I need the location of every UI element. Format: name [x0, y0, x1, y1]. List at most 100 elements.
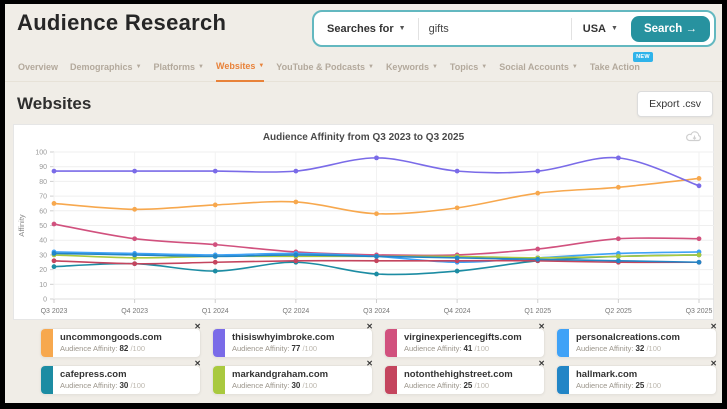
- nav-item-label: Take Action: [590, 62, 640, 72]
- close-icon[interactable]: ✕: [538, 322, 545, 331]
- export-csv-button[interactable]: Export .csv: [637, 91, 713, 117]
- nav-item-social-accounts[interactable]: Social Accounts▼: [499, 62, 578, 81]
- nav-item-label: Topics: [450, 62, 478, 72]
- chevron-down-icon: ▼: [258, 63, 264, 69]
- svg-text:10: 10: [39, 282, 47, 289]
- nav-item-label: YouTube & Podcasts: [276, 62, 365, 72]
- country-label: USA: [583, 23, 606, 35]
- legend-card: cafepress.comAudience Affinity: 30 /100✕: [40, 365, 201, 395]
- svg-text:80: 80: [39, 179, 47, 186]
- nav-item-topics[interactable]: Topics▼: [450, 62, 487, 81]
- app-content: Audience Research Searches for ▼ USA ▼ S…: [5, 4, 722, 403]
- chevron-down-icon: ▼: [399, 25, 406, 32]
- series-color-bar: [557, 366, 569, 394]
- chevron-down-icon: ▼: [198, 64, 204, 70]
- series-color-bar: [385, 329, 397, 357]
- nav-item-keywords[interactable]: Keywords▼: [386, 62, 438, 81]
- svg-text:100: 100: [35, 150, 47, 157]
- svg-text:0: 0: [43, 297, 47, 304]
- svg-text:90: 90: [39, 164, 47, 171]
- close-icon[interactable]: ✕: [710, 359, 717, 368]
- svg-text:70: 70: [39, 194, 47, 201]
- close-icon[interactable]: ✕: [194, 359, 201, 368]
- nav-item-label: Overview: [18, 62, 58, 72]
- app-title: Audience Research: [17, 10, 226, 36]
- chevron-down-icon: ▼: [368, 64, 374, 70]
- page-header: Websites Export .csv: [5, 82, 722, 124]
- svg-text:Q1 2024: Q1 2024: [202, 308, 229, 315]
- search-input[interactable]: [419, 23, 571, 35]
- series-color-bar: [385, 366, 397, 394]
- legend-card: notonthehighstreet.comAudience Affinity:…: [384, 365, 545, 395]
- nav-item-take-action[interactable]: Take ActionNEW: [590, 62, 640, 81]
- close-icon[interactable]: ✕: [366, 322, 373, 331]
- series-name: markandgraham.com: [232, 369, 328, 381]
- svg-text:Q2 2024: Q2 2024: [282, 308, 309, 315]
- series-name: personalcreations.com: [576, 332, 680, 344]
- nav-item-label: Keywords: [386, 62, 429, 72]
- legend-card: virginexperiencegifts.comAudience Affini…: [384, 328, 545, 358]
- legend-card: uncommongoods.comAudience Affinity: 82 /…: [40, 328, 201, 358]
- close-icon[interactable]: ✕: [538, 359, 545, 368]
- chevron-down-icon: ▼: [432, 64, 438, 70]
- legend-card: personalcreations.comAudience Affinity: …: [556, 328, 717, 358]
- affinity-chart-panel: Audience Affinity from Q3 2023 to Q3 202…: [13, 124, 714, 320]
- legend-card: markandgraham.comAudience Affinity: 30 /…: [212, 365, 373, 395]
- top-bar: Audience Research Searches for ▼ USA ▼ S…: [5, 4, 722, 47]
- series-affinity-score: Audience Affinity: 30 /100: [232, 381, 328, 391]
- nav-item-label: Websites: [216, 61, 255, 71]
- nav-item-label: Platforms: [154, 62, 196, 72]
- legend-card: thisiswhyimbroke.comAudience Affinity: 7…: [212, 328, 373, 358]
- svg-text:Q4 2024: Q4 2024: [444, 308, 471, 315]
- search-mode-label: Searches for: [327, 23, 394, 35]
- series-name: cafepress.com: [60, 369, 145, 381]
- svg-text:Q3 2024: Q3 2024: [363, 308, 390, 315]
- series-affinity-score: Audience Affinity: 30 /100: [60, 381, 145, 391]
- svg-text:Q2 2025: Q2 2025: [605, 308, 632, 315]
- nav-item-platforms[interactable]: Platforms▼: [154, 62, 204, 81]
- nav-item-websites[interactable]: Websites▼: [216, 61, 264, 82]
- series-name: uncommongoods.com: [60, 332, 162, 344]
- search-mode-dropdown[interactable]: Searches for ▼: [314, 23, 418, 35]
- series-affinity-score: Audience Affinity: 41 /100: [404, 344, 522, 354]
- chevron-down-icon: ▼: [481, 64, 487, 70]
- series-name: virginexperiencegifts.com: [404, 332, 522, 344]
- svg-text:Q1 2025: Q1 2025: [524, 308, 551, 315]
- series-name: thisiswhyimbroke.com: [232, 332, 334, 344]
- section-title: Websites: [17, 94, 91, 114]
- svg-text:Affinity: Affinity: [17, 214, 26, 237]
- series-affinity-score: Audience Affinity: 25 /100: [404, 381, 513, 391]
- series-color-bar: [41, 366, 53, 394]
- close-icon[interactable]: ✕: [194, 322, 201, 331]
- chevron-down-icon: ▼: [136, 64, 142, 70]
- main-nav: OverviewDemographics▼Platforms▼Websites▼…: [5, 47, 722, 82]
- series-affinity-score: Audience Affinity: 25 /100: [576, 381, 661, 391]
- close-icon[interactable]: ✕: [710, 322, 717, 331]
- series-color-bar: [557, 329, 569, 357]
- country-dropdown[interactable]: USA ▼: [572, 23, 629, 35]
- affinity-line-chart[interactable]: 0102030405060708090100Q3 2023Q4 2023Q1 2…: [14, 139, 722, 319]
- series-name: notonthehighstreet.com: [404, 369, 513, 381]
- series-legend: uncommongoods.comAudience Affinity: 82 /…: [40, 328, 722, 395]
- nav-item-overview[interactable]: Overview: [18, 62, 58, 81]
- series-affinity-score: Audience Affinity: 82 /100: [60, 344, 162, 354]
- nav-item-label: Demographics: [70, 62, 133, 72]
- series-affinity-score: Audience Affinity: 32 /100: [576, 344, 680, 354]
- nav-item-youtube-podcasts[interactable]: YouTube & Podcasts▼: [276, 62, 374, 81]
- nav-item-label: Social Accounts: [499, 62, 569, 72]
- chevron-down-icon: ▼: [572, 64, 578, 70]
- svg-text:Q3 2023: Q3 2023: [41, 308, 68, 315]
- search-bar: Searches for ▼ USA ▼ Search →: [312, 10, 716, 47]
- legend-card: hallmark.comAudience Affinity: 25 /100✕: [556, 365, 717, 395]
- close-icon[interactable]: ✕: [366, 359, 373, 368]
- search-button[interactable]: Search →: [631, 16, 710, 42]
- svg-text:50: 50: [39, 223, 47, 230]
- series-name: hallmark.com: [576, 369, 661, 381]
- series-color-bar: [213, 329, 225, 357]
- nav-item-demographics[interactable]: Demographics▼: [70, 62, 141, 81]
- new-badge: NEW: [633, 52, 653, 62]
- svg-text:Q3 2025: Q3 2025: [686, 308, 713, 315]
- svg-text:20: 20: [39, 267, 47, 274]
- chevron-down-icon: ▼: [611, 25, 618, 32]
- series-color-bar: [213, 366, 225, 394]
